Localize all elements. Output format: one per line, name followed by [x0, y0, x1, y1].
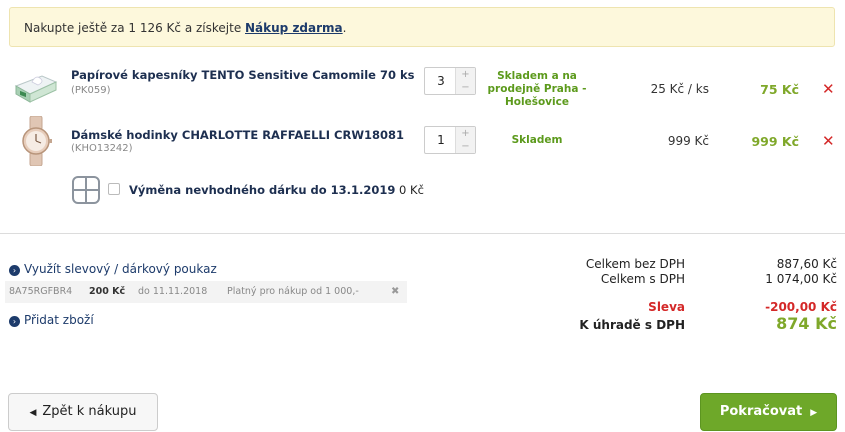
add-goods-label: Přidat zboží: [24, 313, 94, 327]
voucher-condition: Platný pro nákup od 1 000,-: [227, 286, 359, 297]
use-voucher-label: Využít slevový / dárkový poukaz: [24, 262, 217, 276]
total-without-vat: 887,60 Kč: [776, 257, 837, 271]
free-shipping-banner: Nakupte ještě za 1 126 Kč a získejte Nák…: [9, 7, 835, 47]
to-pay-value: 874 Kč: [776, 314, 837, 333]
stock-status: Skladem a na prodejně Praha - Holešovice: [487, 70, 587, 108]
product-name[interactable]: Papírové kapesníky TENTO Sensitive Camom…: [71, 68, 414, 82]
item-total: 75 Kč: [760, 82, 799, 97]
free-shipping-link[interactable]: Nákup zdarma: [245, 21, 343, 35]
increase-icon[interactable]: +: [455, 127, 475, 141]
unit-price: 999 Kč: [667, 134, 709, 148]
banner-text: Nakupte ještě za 1 126 Kč a získejte: [24, 21, 246, 35]
increase-icon[interactable]: +: [455, 68, 475, 82]
add-goods-link[interactable]: › Přidat zboží: [9, 313, 94, 327]
voucher-code: 8A75RGFBR4: [9, 286, 73, 297]
cart-item: Dámské hodinky CHARLOTTE RAFFAELLI CRW18…: [0, 114, 845, 168]
gift-exchange-label[interactable]: Výměna nevhodného dárku do 13.1.2019 0 K…: [129, 183, 424, 197]
wristwatch-icon[interactable]: [12, 115, 60, 167]
voucher-value: 200 Kč: [89, 286, 126, 297]
continue-button-label: Pokračovat: [719, 404, 803, 419]
voucher-validity: do 11.11.2018: [138, 286, 208, 297]
product-name[interactable]: Dámské hodinky CHARLOTTE RAFFAELLI CRW18…: [71, 128, 404, 142]
divider: [0, 233, 845, 234]
chevron-right-icon: ▶: [810, 408, 818, 418]
discount-label: Sleva: [648, 300, 685, 314]
unit-price: 25 Kč / ks: [650, 82, 709, 96]
remove-item-icon[interactable]: ✕: [822, 132, 835, 150]
gift-exchange-text: Výměna nevhodného dárku do 13.1.2019: [129, 183, 396, 197]
use-voucher-link[interactable]: › Využít slevový / dárkový poukaz: [9, 262, 217, 276]
quantity-value[interactable]: 1: [425, 127, 457, 153]
item-total: 999 Kč: [751, 134, 799, 149]
total-with-vat: 1 074,00 Kč: [765, 272, 837, 286]
cart-item: Papírové kapesníky TENTO Sensitive Camom…: [0, 60, 845, 114]
chevron-right-icon: ›: [9, 265, 20, 276]
total-with-vat-label: Celkem s DPH: [600, 272, 685, 286]
decrease-icon[interactable]: −: [455, 140, 475, 153]
gift-icon: [72, 176, 100, 204]
stock-status: Skladem: [511, 134, 563, 146]
gift-exchange-checkbox[interactable]: [108, 183, 120, 195]
quantity-value[interactable]: 3: [425, 68, 457, 94]
back-to-shop-button[interactable]: ◀ Zpět k nákupu: [8, 393, 158, 431]
chevron-left-icon: ◀: [29, 408, 37, 418]
tissue-box-icon[interactable]: [12, 62, 60, 108]
total-without-vat-label: Celkem bez DPH: [585, 257, 685, 271]
gift-exchange-price: 0 Kč: [395, 183, 424, 197]
quantity-stepper[interactable]: 1 + −: [424, 126, 476, 154]
chevron-right-icon: ›: [9, 316, 20, 327]
decrease-icon[interactable]: −: [455, 81, 475, 94]
remove-voucher-icon[interactable]: ✖: [391, 281, 399, 303]
banner-suffix: .: [342, 21, 347, 35]
product-code: (PK059): [71, 85, 111, 96]
to-pay-label: K úhradě s DPH: [579, 318, 685, 332]
back-button-label: Zpět k nákupu: [42, 404, 137, 419]
discount-value: -200,00 Kč: [765, 300, 837, 314]
quantity-stepper[interactable]: 3 + −: [424, 67, 476, 95]
product-code: (KHO13242): [71, 143, 133, 154]
remove-item-icon[interactable]: ✕: [822, 80, 835, 98]
continue-button[interactable]: Pokračovat ▶: [700, 393, 837, 431]
applied-voucher: 8A75RGFBR4 200 Kč do 11.11.2018 Platný p…: [5, 281, 407, 303]
